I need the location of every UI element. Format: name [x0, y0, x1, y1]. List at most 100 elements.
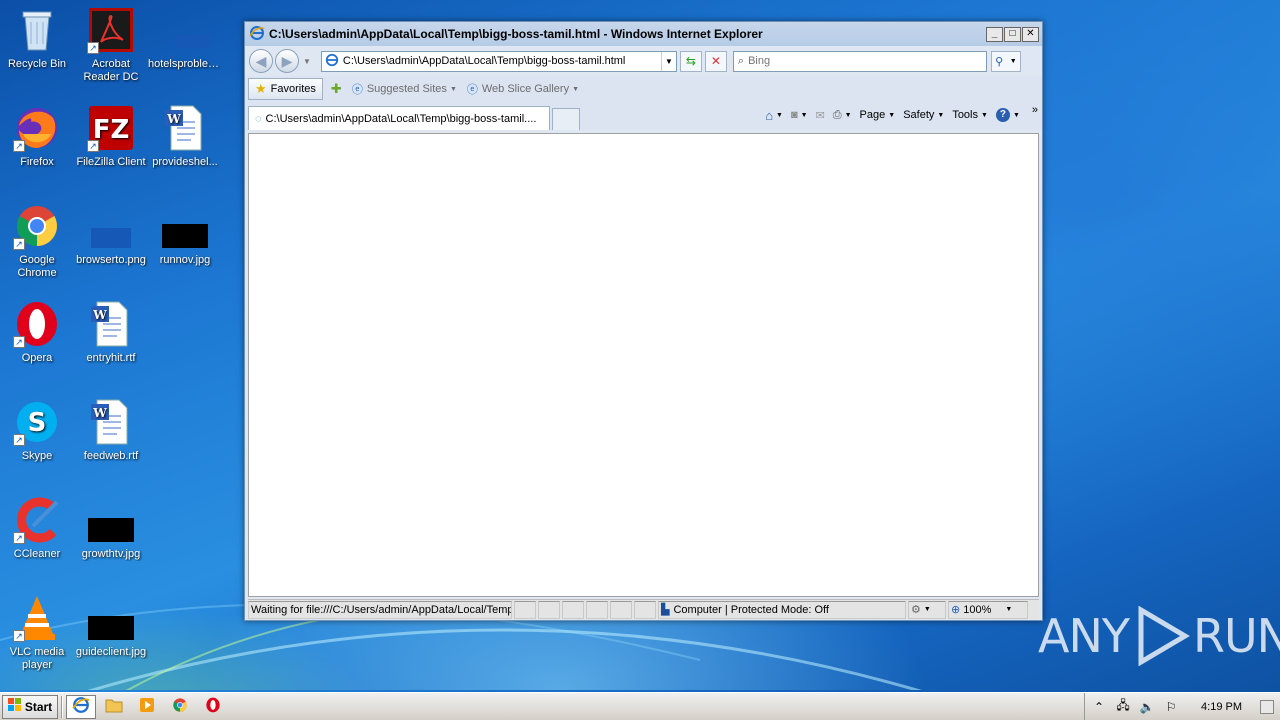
close-button[interactable]: ✕ — [1022, 26, 1039, 42]
taskbar-ie-button[interactable] — [66, 694, 96, 719]
windows-logo-icon — [7, 698, 22, 715]
security-zone[interactable]: ▙ Computer | Protected Mode: Off — [658, 600, 906, 619]
desktop-icon-label: Skype — [21, 450, 53, 462]
dropdown-caret-icon: ▼ — [923, 606, 931, 613]
back-button[interactable]: ◀ — [249, 49, 273, 73]
window-title: C:\Users\admin\AppData\Local\Temp\bigg-b… — [269, 27, 763, 41]
svg-text:W: W — [92, 308, 107, 322]
ie-window[interactable]: C:\Users\admin\AppData\Local\Temp\bigg-b… — [244, 21, 1043, 621]
window-titlebar[interactable]: C:\Users\admin\AppData\Local\Temp\bigg-b… — [245, 22, 1042, 46]
taskbar-separator — [61, 695, 63, 718]
security-zone-label: Computer | Protected Mode: Off — [673, 603, 829, 616]
desktop-icon-entryhit[interactable]: W entryhit.rtf — [74, 300, 148, 365]
add-favorite-icon[interactable]: ✚ — [331, 81, 342, 97]
taskbar-explorer-button[interactable] — [99, 695, 129, 719]
taskbar-opera-button[interactable] — [198, 695, 228, 719]
word-doc-icon: W — [87, 398, 135, 446]
star-icon: ★ — [255, 81, 267, 96]
desktop-icon-filezilla[interactable]: FZ ↗ FileZilla Client — [74, 104, 148, 169]
volume-icon[interactable]: 🔈 — [1139, 699, 1155, 715]
desktop-icon-provideshel[interactable]: W provideshel... — [148, 104, 222, 169]
refresh-button[interactable]: ⇆ — [679, 50, 702, 72]
desktop-icon-hotelsproblem[interactable]: hotelsproblem... — [148, 6, 222, 71]
page-menu[interactable]: Page ▼ — [860, 109, 896, 121]
anyrun-watermark: ANY RUN — [1038, 606, 1280, 666]
desktop-icon-runnov[interactable]: runnov.jpg — [148, 202, 222, 267]
desktop-icon-feedweb[interactable]: W feedweb.rtf — [74, 398, 148, 463]
image-file-icon — [87, 202, 135, 250]
desktop-icon-guideclient[interactable]: guideclient.jpg — [74, 594, 148, 659]
dropdown-caret-icon: ▼ — [888, 111, 896, 119]
feeds-button[interactable]: ◙ ▼ — [791, 109, 808, 121]
dropdown-caret-icon: ▼ — [449, 85, 457, 93]
desktop-icon-opera[interactable]: ↗ Opera — [0, 300, 74, 365]
desktop-icon-label: FileZilla Client — [76, 156, 146, 168]
show-desktop-button[interactable] — [1260, 699, 1274, 714]
word-doc-icon: W — [161, 104, 209, 152]
maximize-button[interactable]: □ — [1004, 26, 1021, 42]
desktop-icon-ccleaner[interactable]: ↗ CCleaner — [0, 496, 74, 561]
desktop-icon-acrobat[interactable]: ↗ Acrobat Reader DC — [74, 6, 148, 84]
help-button[interactable]: ? ▼ — [995, 108, 1020, 122]
desktop-icon-browserto[interactable]: browserto.png — [74, 202, 148, 267]
opera-icon: ↗ — [13, 300, 61, 348]
shortcut-arrow-icon: ↗ — [13, 532, 25, 544]
page-content-area[interactable] — [248, 133, 1039, 597]
loading-spinner-icon: ◌ — [255, 112, 262, 125]
search-box[interactable]: ⌕ — [732, 50, 987, 72]
dropdown-caret-icon: ▼ — [1005, 606, 1013, 613]
desktop-icon-chrome[interactable]: ↗ Google Chrome — [0, 202, 74, 280]
clock[interactable]: 4:19 PM — [1201, 701, 1242, 713]
navigation-bar: ◀ ▶ ▼ ▼ ⇆ ✕ ⌕ ⚲ ▼ — [245, 46, 1042, 76]
safety-menu-label: Safety — [903, 109, 935, 121]
desktop-icon-recycle-bin[interactable]: Recycle Bin — [0, 6, 74, 71]
new-tab-button[interactable] — [552, 108, 580, 130]
suggested-sites-link[interactable]: ⓔ Suggested Sites ▼ — [352, 81, 457, 97]
ie-page-icon: ⓔ — [351, 84, 363, 96]
recent-pages-dropdown-icon[interactable]: ▼ — [303, 57, 311, 66]
minimize-button[interactable]: _ — [986, 26, 1003, 42]
desktop-icon-firefox[interactable]: ↗ Firefox — [0, 104, 74, 169]
search-input[interactable] — [748, 55, 986, 67]
desktop-icon-vlc[interactable]: ↗ VLC media player — [0, 594, 74, 672]
desktop-icon-skype[interactable]: S ↗ Skype — [0, 398, 74, 463]
zoom-icon: ⊕ — [951, 604, 961, 616]
toolbar-overflow-button[interactable]: » — [1032, 104, 1038, 116]
read-mail-button[interactable]: ✉ — [816, 109, 825, 122]
desktop-icon-label: Firefox — [20, 156, 54, 168]
printer-icon: ⎙ — [832, 108, 842, 121]
home-button[interactable]: ⌂ ▼ — [765, 108, 783, 123]
forward-button[interactable]: ▶ — [275, 49, 299, 73]
dropdown-caret-icon: ▼ — [572, 85, 580, 93]
address-input[interactable] — [342, 55, 661, 67]
safety-menu[interactable]: Safety ▼ — [903, 109, 944, 121]
address-bar[interactable]: ▼ — [320, 50, 677, 72]
favorites-button[interactable]: ★ Favorites — [248, 78, 323, 100]
web-slice-gallery-link[interactable]: ⓔ Web Slice Gallery ▼ — [467, 81, 579, 97]
desktop-icon-growthtv[interactable]: growthtv.jpg — [74, 496, 148, 561]
action-center-flag-icon[interactable]: ⚐ — [1163, 699, 1179, 715]
start-label: Start — [24, 699, 53, 714]
desktop-icon-label: Google Chrome — [17, 254, 57, 279]
print-button[interactable]: ⎙ ▼ — [833, 109, 852, 122]
tools-menu-label: Tools — [952, 109, 978, 121]
desktop-icon-label: hotelsproblem... — [148, 58, 222, 70]
search-button[interactable]: ⚲ ▼ — [990, 50, 1021, 72]
show-hidden-icons-button[interactable]: ⌃ — [1091, 699, 1107, 715]
taskbar-media-player-button[interactable] — [132, 695, 162, 719]
tab-current[interactable]: ◌ C:\Users\admin\AppData\Local\Temp\bigg… — [248, 106, 550, 130]
tools-menu[interactable]: Tools ▼ — [952, 109, 988, 121]
taskbar-chrome-button[interactable] — [165, 695, 195, 719]
start-button[interactable]: Start — [2, 694, 58, 719]
network-icon[interactable]: 🖧 — [1115, 698, 1131, 715]
acrobat-icon: ↗ — [87, 6, 135, 54]
folder-icon — [105, 697, 123, 716]
zoom-control[interactable]: ⊕ 100% ▼ — [948, 600, 1028, 619]
search-options-dropdown-icon[interactable]: ▼ — [1010, 58, 1017, 65]
stop-button[interactable]: ✕ — [704, 50, 727, 72]
image-file-icon — [161, 202, 209, 250]
status-cell — [538, 600, 560, 619]
address-dropdown-icon[interactable]: ▼ — [660, 51, 676, 71]
media-player-icon — [139, 697, 155, 716]
protected-mode-button[interactable]: ⚙ ▼ — [908, 600, 946, 619]
